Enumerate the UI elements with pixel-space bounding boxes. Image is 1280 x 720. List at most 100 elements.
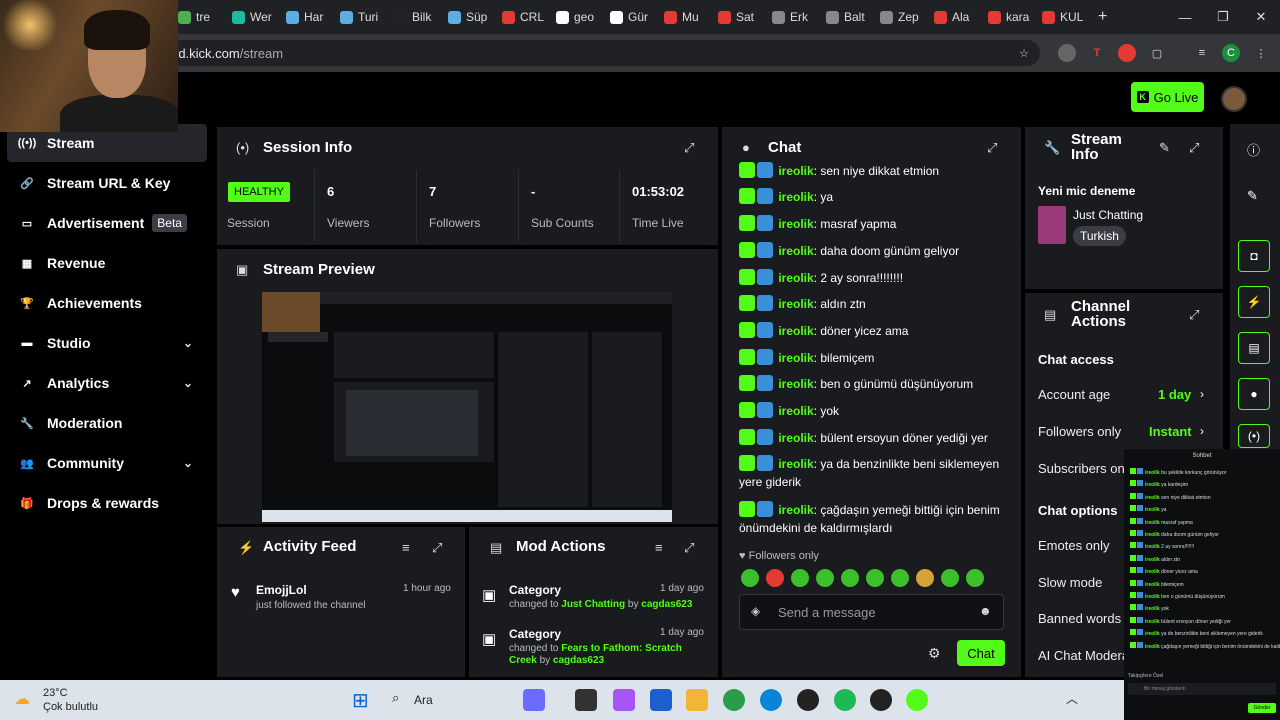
url-field[interactable]: rd.kick.com/stream	[170, 40, 1040, 66]
maximize-icon[interactable]: ❐	[1204, 0, 1242, 34]
emote-icon[interactable]	[966, 569, 984, 587]
chat-option-label[interactable]: Slow mode	[1038, 575, 1102, 590]
emote-icon[interactable]	[941, 569, 959, 587]
sidebar-item-advertisement[interactable]: ▭ Advertisement Beta	[7, 204, 207, 242]
chat-option-label[interactable]: Banned words	[1038, 611, 1121, 626]
taskbar-search[interactable]: Ara	[414, 693, 433, 707]
spotify-icon[interactable]	[834, 689, 856, 711]
gear-icon[interactable]: ⚙	[928, 645, 941, 662]
obs-icon[interactable]	[870, 689, 892, 711]
chat-username[interactable]: ireolik	[778, 217, 813, 231]
browser-tab[interactable]: Har	[278, 0, 332, 34]
browser-tab[interactable]: geo	[548, 0, 602, 34]
camera-button[interactable]: ◘	[1238, 240, 1270, 272]
sidebar-item-studio[interactable]: ▬ Studio ⌄	[7, 324, 207, 362]
edge-icon[interactable]	[760, 689, 782, 711]
sidebar-item-analytics[interactable]: ↗ Analytics ⌄	[7, 364, 207, 402]
mod-action-user[interactable]: cagdas623	[641, 599, 692, 610]
chat-username[interactable]: ireolik	[778, 164, 813, 178]
filter-icon[interactable]: ≡	[655, 540, 663, 555]
extension-tp-icon[interactable]: T	[1088, 44, 1106, 62]
category-thumbnail[interactable]	[1038, 206, 1066, 244]
expand-icon[interactable]: ⤢	[987, 140, 997, 156]
sidebar-item-stream-url-key[interactable]: 🔗 Stream URL & Key	[7, 164, 207, 202]
copilot-icon[interactable]	[613, 689, 635, 711]
sidebar-item-revenue[interactable]: ▦ Revenue	[7, 244, 207, 282]
broadcast-button[interactable]: (•)	[1238, 424, 1270, 448]
browser-tab[interactable]: Ala	[926, 0, 980, 34]
sidebar-item-drops-rewards[interactable]: 🎁 Drops & rewards	[7, 484, 207, 522]
edit-icon[interactable]: ✎	[1247, 188, 1258, 204]
stream-preview-video[interactable]	[262, 292, 672, 522]
overlay-send-button[interactable]: Gönder	[1248, 703, 1276, 713]
search-icon[interactable]: ⌕	[392, 690, 399, 706]
chat-username[interactable]: ireolik	[778, 244, 813, 258]
browser-tab[interactable]: kara	[980, 0, 1034, 34]
overlay-input[interactable]: Bir mesaj gönderin	[1128, 683, 1276, 695]
mod-action-user[interactable]: cagdas623	[553, 655, 604, 666]
chrome-icon[interactable]	[723, 689, 745, 711]
browser-tab[interactable]: Wer	[224, 0, 278, 34]
chevron-right-icon[interactable]: ›	[1200, 387, 1204, 401]
sidebar-item-achievements[interactable]: 🏆 Achievements	[7, 284, 207, 322]
chat-username[interactable]: ireolik	[778, 271, 813, 285]
expand-icon[interactable]: ⤢	[1189, 140, 1199, 156]
store-icon[interactable]	[650, 689, 672, 711]
expand-icon[interactable]: ⤢	[432, 540, 442, 556]
emote-icon[interactable]	[866, 569, 884, 587]
chat-username[interactable]: ireolik	[778, 377, 813, 391]
edit-pencil-icon[interactable]: ✎	[1159, 140, 1170, 156]
chat-username[interactable]: ireolik	[778, 190, 813, 204]
browser-tab[interactable]: Balt	[818, 0, 872, 34]
profile-avatar[interactable]: C	[1222, 44, 1240, 62]
browser-tab[interactable]: Süp	[440, 0, 494, 34]
chevron-down-icon[interactable]: ⌄	[183, 336, 193, 350]
chevron-right-icon[interactable]: ›	[1200, 424, 1204, 438]
chat-username[interactable]: ireolik	[778, 457, 813, 471]
minimize-icon[interactable]: —	[1166, 0, 1204, 34]
lightning-button[interactable]: ⚡	[1238, 286, 1270, 318]
folder-icon[interactable]	[686, 689, 708, 711]
emote-icon[interactable]	[791, 569, 809, 587]
expand-icon[interactable]: ⤢	[1189, 307, 1199, 323]
browser-tab[interactable]: Mu	[656, 0, 710, 34]
extension-badge-icon[interactable]	[1118, 44, 1136, 62]
notes-button[interactable]: ▤	[1238, 332, 1270, 364]
browser-tab[interactable]: Bilk	[386, 0, 440, 34]
chat-message-input[interactable]: Send a message	[739, 594, 1004, 630]
bookmark-star-icon[interactable]: ☆	[1015, 44, 1033, 62]
go-live-button[interactable]: K Go Live	[1131, 82, 1204, 112]
browser-tab[interactable]: Sat	[710, 0, 764, 34]
browser-tab[interactable]: CRL	[494, 0, 548, 34]
emoji-icon[interactable]: ☻	[979, 604, 992, 618]
emote-icon[interactable]	[891, 569, 909, 587]
chat-option-label[interactable]: Emotes only	[1038, 538, 1110, 553]
browser-tab[interactable]: tre	[170, 0, 224, 34]
tray-chevron-icon[interactable]: ︿	[1066, 690, 1078, 707]
info-icon[interactable]: ⓘ	[1247, 140, 1260, 159]
close-icon[interactable]: ✕	[1242, 0, 1280, 34]
browser-tab[interactable]: Gür	[602, 0, 656, 34]
chat-username[interactable]: ireolik	[778, 324, 813, 338]
emote-icon[interactable]	[766, 569, 784, 587]
kick-icon[interactable]	[906, 689, 928, 711]
chevron-down-icon[interactable]: ⌄	[183, 376, 193, 390]
chat-username[interactable]: ireolik	[778, 404, 813, 418]
emote-icon[interactable]	[741, 569, 759, 587]
menu-kebab-icon[interactable]: ⋮	[1252, 44, 1270, 62]
chat-username[interactable]: ireolik	[778, 431, 813, 445]
chat-access-value[interactable]: Instant	[1149, 424, 1192, 439]
chat-button[interactable]: ●	[1238, 378, 1270, 410]
sidebar-item-community[interactable]: 👥 Community ⌄	[7, 444, 207, 482]
chat-send-button[interactable]: Chat	[957, 640, 1005, 666]
mod-action-category[interactable]: Just Chatting	[561, 599, 625, 610]
browser-tab[interactable]: KUL	[1034, 0, 1088, 34]
sidebar-item-moderation[interactable]: 🔧 Moderation	[7, 404, 207, 442]
browser-tab[interactable]: Erk	[764, 0, 818, 34]
puzzle-icon[interactable]: ▢	[1148, 44, 1166, 62]
chat-username[interactable]: ireolik	[778, 351, 813, 365]
filter-icon[interactable]: ≡	[402, 540, 410, 555]
chat-username[interactable]: ireolik	[778, 503, 813, 517]
steam-icon[interactable]	[797, 689, 819, 711]
app-icon[interactable]	[523, 689, 545, 711]
